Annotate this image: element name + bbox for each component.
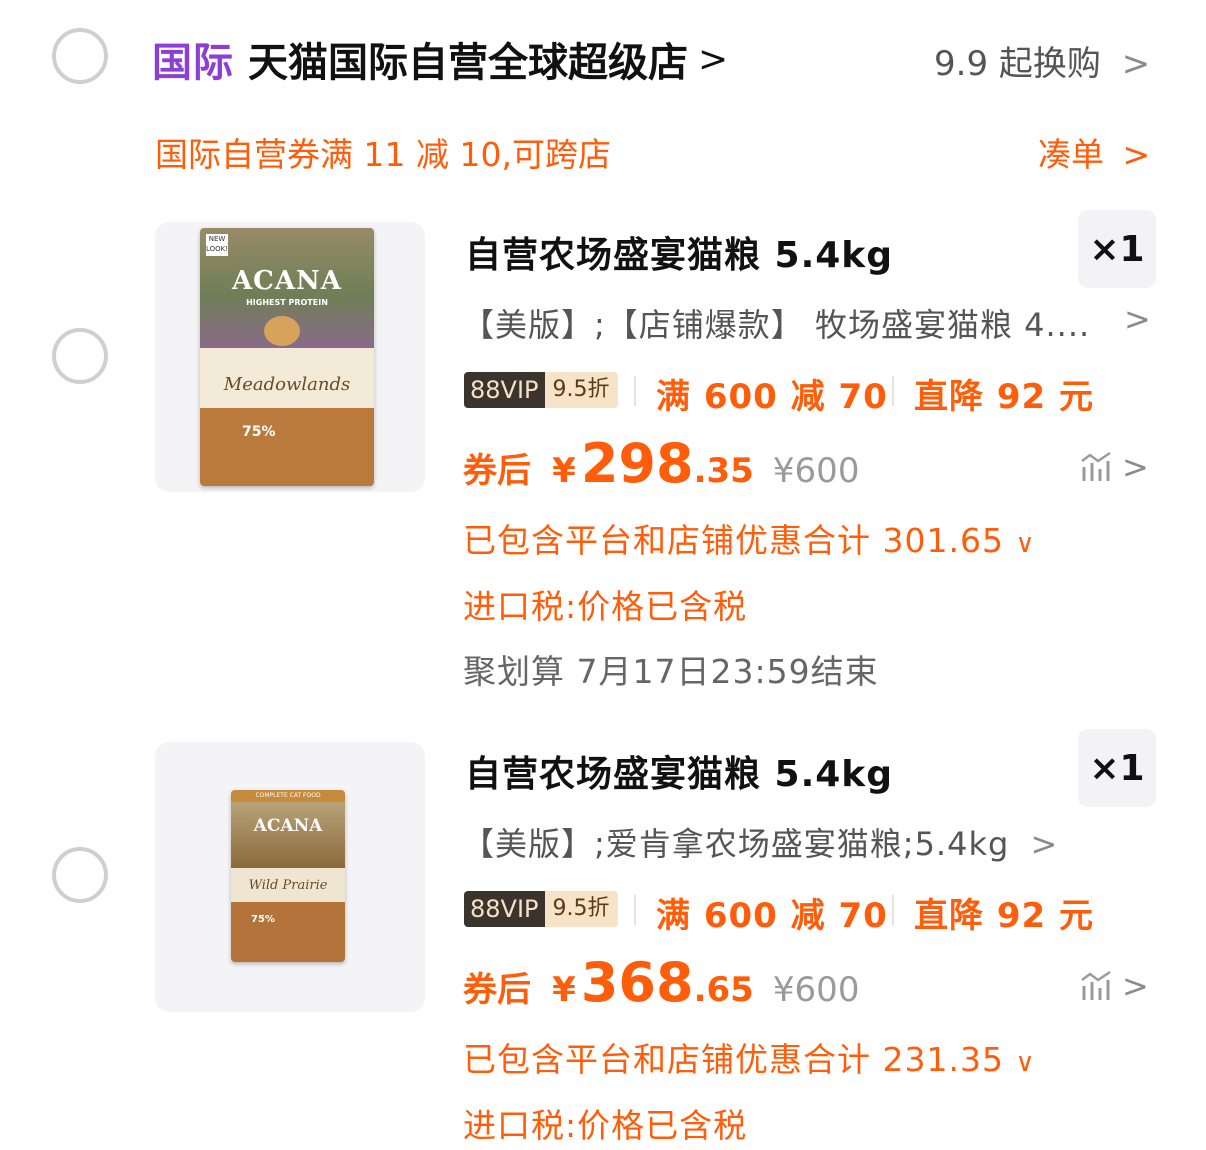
item-title[interactable]: 自营农场盛宴猫粮 5.4kg [465, 226, 893, 278]
store-badge: 国际 [152, 40, 234, 86]
product-tag: COMPLETE CAT FOOD [231, 790, 345, 802]
item-spec-selector[interactable]: 【美版】;爱肯拿农场盛宴猫粮;5.4kg > [462, 819, 1058, 865]
vip-label: 88VIP [464, 891, 545, 927]
vip-discount: 9.5折 [544, 372, 618, 408]
price-integer: 368 [580, 951, 694, 1014]
item-spec-label: 【美版】;【店铺爆款】 牧场盛宴猫粮 4.... [462, 306, 1091, 344]
add-on-order-label: 凑单 [1038, 135, 1104, 174]
exchange-purchase-label: 9.9 起换购 [934, 44, 1101, 84]
promo-threshold: 满 600 减 70 [656, 377, 888, 417]
item-title[interactable]: 自营农场盛宴猫粮 5.4kg [465, 745, 893, 797]
chevron-right-icon[interactable]: > [1124, 300, 1151, 338]
chevron-right-icon: > [1122, 135, 1151, 174]
price-trend-icon [1081, 451, 1111, 481]
product-bag-illustration: COMPLETE CAT FOOD ACANA Wild Prairie 75% [231, 790, 345, 962]
import-tax-note: 进口税:价格已含税 [463, 587, 748, 626]
chevron-right-icon: > [1030, 825, 1059, 863]
promo-direct-discount: 直降 92 元 [914, 896, 1094, 936]
product-brand: ACANA [232, 266, 342, 296]
vip-label: 88VIP [464, 372, 545, 408]
item-select-radio[interactable] [52, 847, 108, 903]
chevron-right-icon: > [1121, 44, 1151, 84]
discount-total-toggle[interactable]: 已包含平台和店铺优惠合计 301.65 ∨ [463, 514, 1036, 562]
price-trend-icon [1081, 970, 1111, 1000]
price-row: 券后 ¥ 298.35 ¥600 [463, 432, 859, 495]
divider [634, 376, 636, 406]
store-select-radio[interactable] [52, 28, 108, 84]
product-percent: 75% [251, 914, 275, 925]
product-percent: 75% [242, 424, 276, 440]
price-decimal: .65 [693, 970, 754, 1010]
currency-symbol: ¥ [552, 970, 576, 1010]
chevron-down-icon: ∨ [1015, 529, 1036, 559]
product-brand: ACANA [253, 816, 323, 836]
store-header[interactable]: 国际 天猫国际自营全球超级店 > [152, 30, 728, 88]
vip-discount-badge: 88VIP 9.5折 [464, 372, 618, 408]
product-image[interactable]: NEW LOOK! ACANA HIGHEST PROTEIN Meadowlan… [155, 222, 425, 492]
price-integer: 298 [580, 432, 694, 495]
item-spec-label: 【美版】;爱肯拿农场盛宴猫粮;5.4kg [462, 825, 1010, 863]
product-variant: Wild Prairie [248, 878, 328, 893]
store-name[interactable]: 天猫国际自营全球超级店 [248, 30, 688, 88]
coupon-text: 国际自营券满 11 减 10,可跨店 [155, 135, 611, 174]
vip-discount-badge: 88VIP 9.5折 [464, 891, 618, 927]
promo-direct-discount: 直降 92 元 [914, 377, 1094, 417]
divider [892, 376, 894, 406]
item-spec-selector[interactable]: 【美版】;【店铺爆款】 牧场盛宴猫粮 4.... [462, 300, 1090, 346]
import-tax-note: 进口税:价格已含税 [463, 1106, 748, 1145]
discount-total-toggle[interactable]: 已包含平台和店铺优惠合计 231.35 ∨ [463, 1033, 1036, 1081]
promo-threshold: 满 600 减 70 [656, 896, 888, 936]
original-price: ¥600 [772, 451, 860, 491]
product-variant: Meadowlands [223, 374, 351, 395]
chevron-down-icon: ∨ [1015, 1048, 1036, 1078]
chevron-right-icon: > [1122, 448, 1149, 486]
price-row: 券后 ¥ 368.65 ¥600 [463, 951, 859, 1014]
chevron-right-icon: > [698, 38, 729, 80]
product-image[interactable]: COMPLETE CAT FOOD ACANA Wild Prairie 75% [155, 742, 425, 1012]
price-decimal: .35 [693, 451, 754, 491]
quantity-stepper[interactable]: ×1 [1078, 729, 1156, 807]
currency-symbol: ¥ [552, 451, 576, 491]
price-prefix: 券后 [463, 451, 531, 491]
original-price: ¥600 [772, 970, 860, 1010]
price-prefix: 券后 [463, 970, 531, 1010]
event-end-time: 聚划算 7月17日23:59结束 [463, 652, 879, 691]
discount-total-text: 已包含平台和店铺优惠合计 301.65 [463, 521, 1004, 560]
add-on-order-link[interactable]: 凑单 > [1038, 128, 1150, 176]
discount-total-text: 已包含平台和店铺优惠合计 231.35 [463, 1040, 1004, 1079]
item-select-radio[interactable] [52, 328, 108, 384]
chevron-right-icon: > [1122, 967, 1149, 1005]
product-bag-illustration: NEW LOOK! ACANA HIGHEST PROTEIN Meadowlan… [200, 228, 374, 486]
price-trend-button[interactable]: > [1080, 967, 1149, 1005]
quantity-stepper[interactable]: ×1 [1078, 210, 1156, 288]
divider [634, 895, 636, 925]
vip-discount: 9.5折 [544, 891, 618, 927]
price-trend-button[interactable]: > [1080, 448, 1149, 486]
exchange-purchase-link[interactable]: 9.9 起换购 > [934, 36, 1150, 85]
divider [892, 895, 894, 925]
product-tag: HIGHEST PROTEIN [246, 298, 328, 307]
